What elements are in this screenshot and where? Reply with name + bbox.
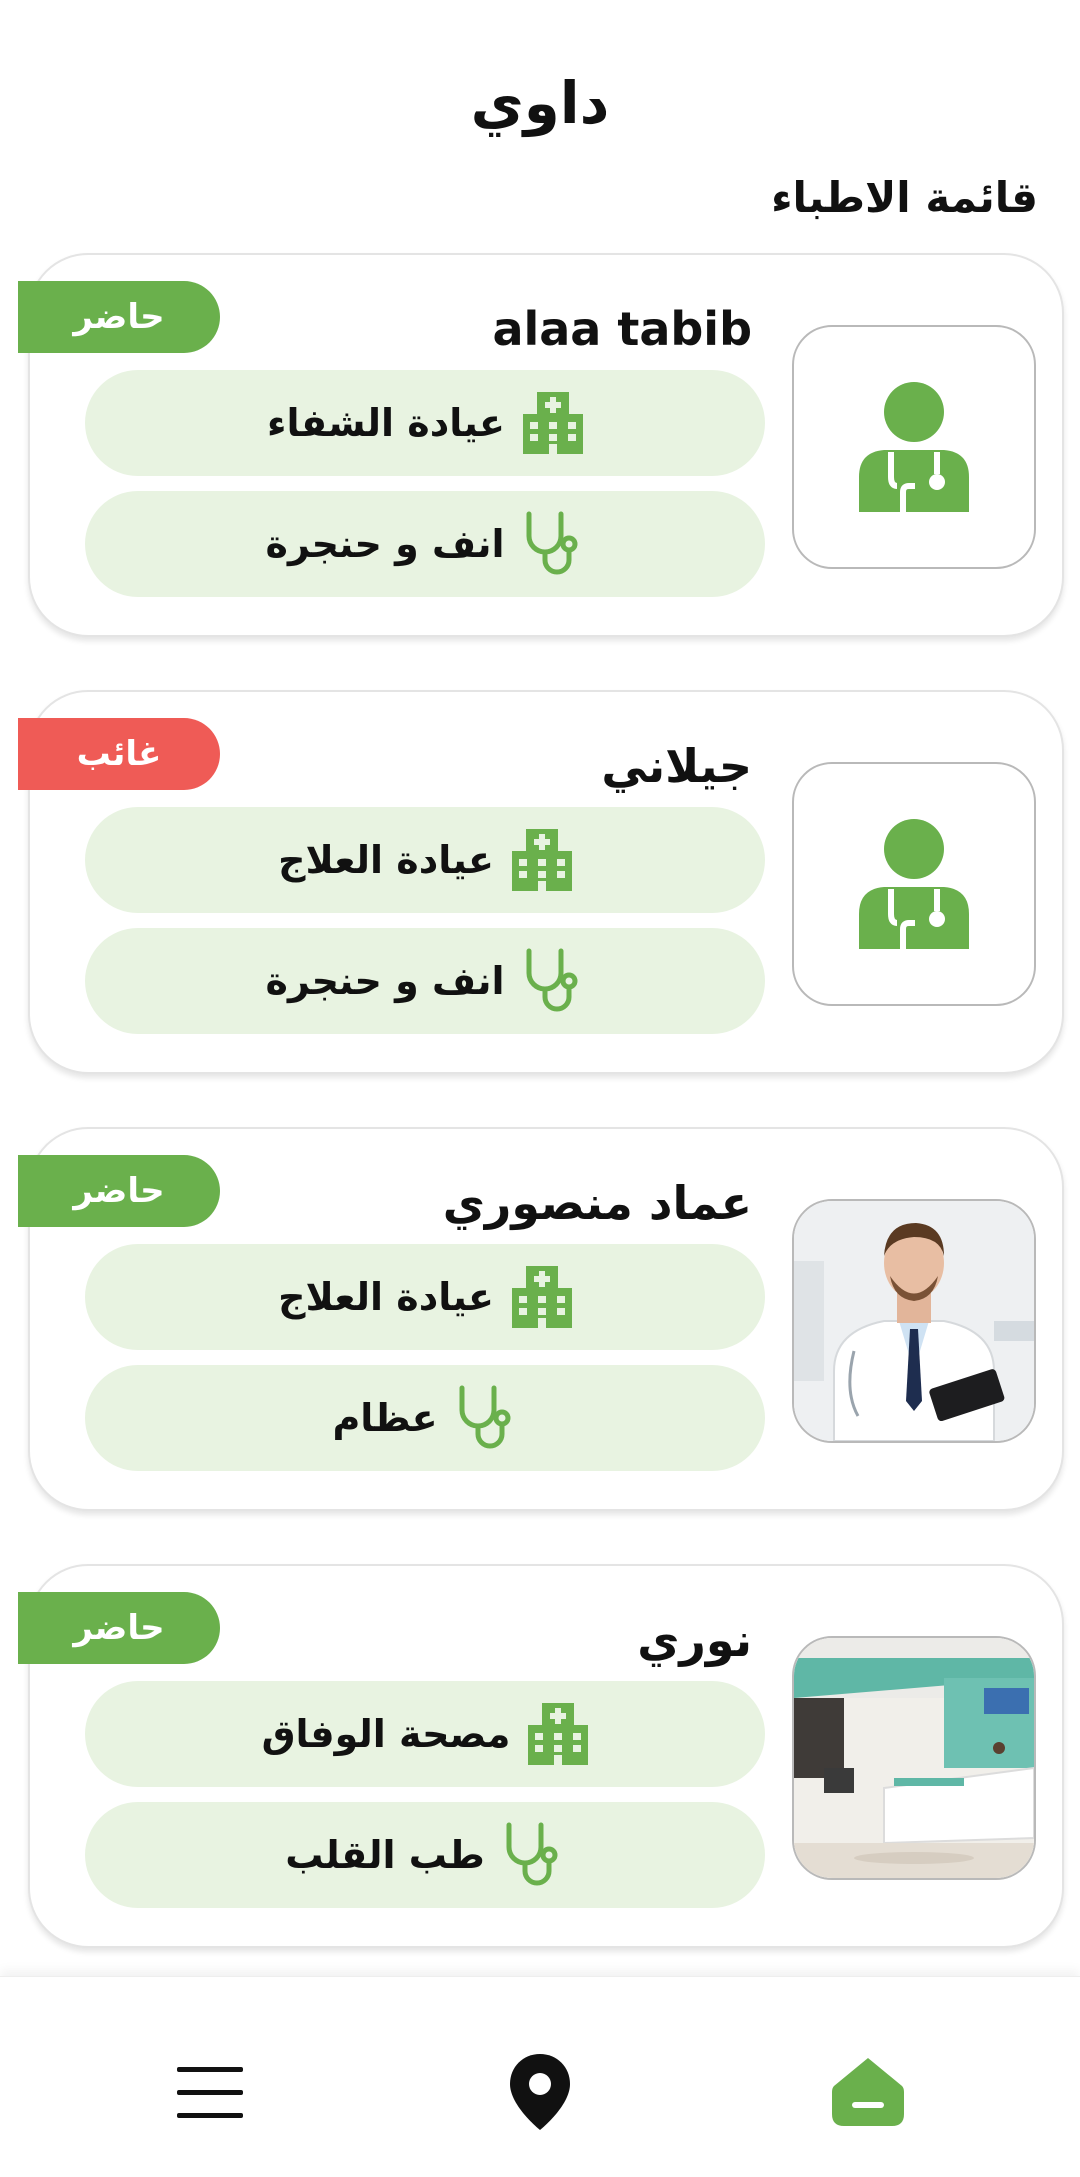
status-badge: حاضر — [18, 281, 220, 353]
doctor-portrait-photo — [794, 1201, 1034, 1441]
specialty-name: انف و حنجرة — [265, 959, 505, 1003]
doctor-avatar — [792, 1199, 1036, 1443]
stethoscope-icon — [526, 511, 577, 575]
status-badge: غائب — [18, 718, 220, 790]
clinic-reception-photo — [794, 1638, 1034, 1878]
doctor-name: alaa tabib — [492, 302, 752, 356]
clinic-name: عيادة العلاج — [278, 1275, 494, 1319]
clinic-name: عيادة الشفاء — [267, 401, 505, 445]
specialty-pill: عظام — [85, 1365, 765, 1471]
stethoscope-icon — [459, 1385, 511, 1449]
status-badge: حاضر — [18, 1155, 220, 1227]
menu-button[interactable] — [165, 2047, 255, 2137]
clinic-pill: عيادة الشفاء — [85, 370, 765, 476]
section-title: قائمة الاطباء — [771, 173, 1038, 222]
status-badge: حاضر — [18, 1592, 220, 1664]
specialty-name: انف و حنجرة — [265, 522, 505, 566]
app-title: داوي — [470, 69, 610, 137]
hospital-building-icon — [528, 1703, 589, 1765]
specialty-name: عظام — [332, 1396, 438, 1440]
doctor-card[interactable]: حاضر نوري مصحة الوفاق طب القلب — [18, 1564, 1064, 1948]
doctor-name: نوري — [637, 1613, 752, 1667]
clinic-pill: عيادة العلاج — [85, 807, 765, 913]
doctor-avatar — [792, 1636, 1036, 1880]
clinic-pill: مصحة الوفاق — [85, 1681, 765, 1787]
clinic-name: مصحة الوفاق — [261, 1712, 511, 1756]
doctor-card[interactable]: حاضر alaa tabib عيادة الشفاء انف و حنجرة — [18, 253, 1064, 637]
stethoscope-icon — [526, 948, 577, 1012]
doctor-placeholder-icon — [859, 382, 969, 512]
doctor-name: جيلاني — [601, 739, 752, 793]
home-button[interactable] — [823, 2047, 913, 2137]
clinic-name: عيادة العلاج — [278, 838, 494, 882]
hospital-building-icon — [511, 829, 572, 891]
specialty-pill: انف و حنجرة — [85, 491, 765, 597]
specialty-pill: طب القلب — [85, 1802, 765, 1908]
doctor-placeholder-icon — [859, 819, 969, 949]
hospital-building-icon — [522, 392, 583, 454]
location-pin-icon — [510, 2054, 570, 2130]
clinic-pill: عيادة العلاج — [85, 1244, 765, 1350]
doctor-card[interactable]: غائب جيلاني عيادة العلاج انف و حنجرة — [18, 690, 1064, 1074]
specialty-pill: انف و حنجرة — [85, 928, 765, 1034]
location-button[interactable] — [495, 2047, 585, 2137]
doctor-avatar — [792, 762, 1036, 1006]
home-icon — [832, 2058, 904, 2126]
specialty-name: طب القلب — [285, 1833, 485, 1877]
stethoscope-icon — [506, 1822, 558, 1886]
menu-icon — [177, 2067, 243, 2118]
doctor-name: عماد منصوري — [442, 1176, 752, 1230]
doctor-avatar — [792, 325, 1036, 569]
doctor-card[interactable]: حاضر عماد منصوري عيادة العلاج عظام — [18, 1127, 1064, 1511]
hospital-building-icon — [511, 1266, 572, 1328]
bottom-navigation — [0, 1976, 1080, 2177]
